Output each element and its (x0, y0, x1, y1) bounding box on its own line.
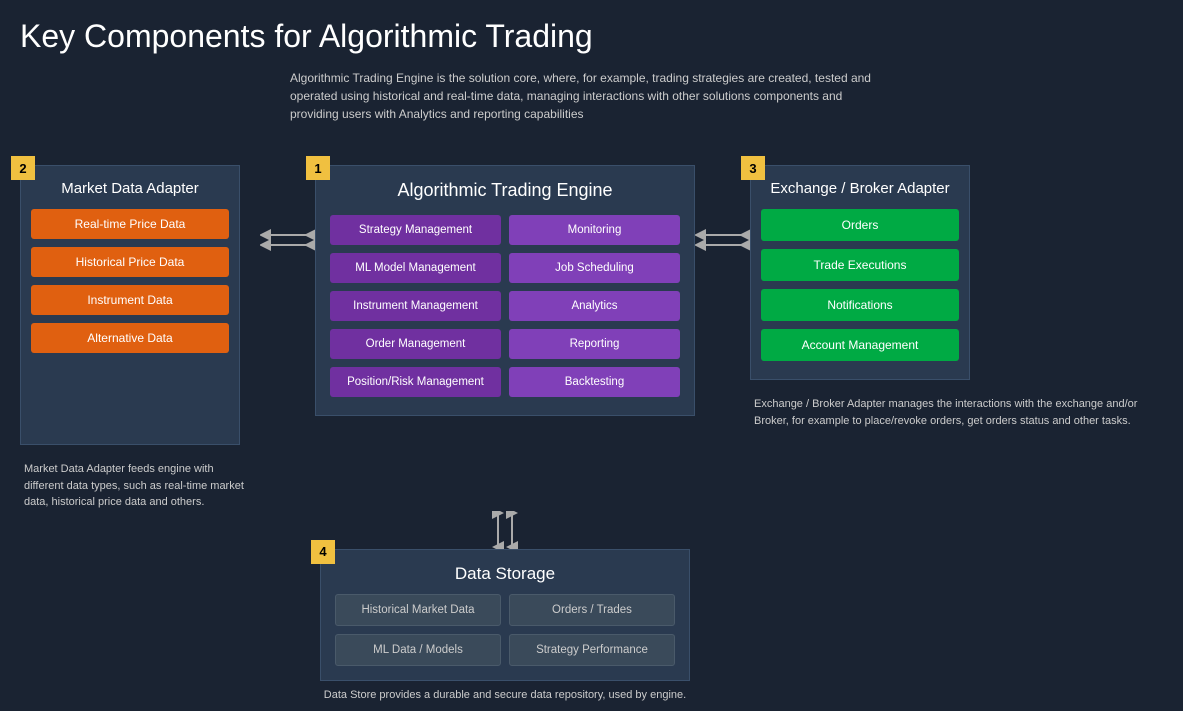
historical-price-button[interactable]: Historical Price Data (31, 247, 229, 277)
market-data-column: 2 Market Data Adapter Real-time Price Da… (20, 135, 260, 511)
storage-box: 4 Data Storage Historical Market Data Or… (320, 549, 690, 681)
analytics-button[interactable]: Analytics (509, 291, 680, 321)
order-management-button[interactable]: Order Management (330, 329, 501, 359)
notifications-button[interactable]: Notifications (761, 289, 959, 321)
ml-model-button[interactable]: ML Model Management (330, 253, 501, 283)
engine-badge: 1 (306, 156, 330, 180)
storage-grid: Historical Market Data Orders / Trades M… (331, 594, 679, 670)
engine-grid: Strategy Management Monitoring ML Model … (326, 215, 684, 405)
right-left-arrow-icon (695, 225, 750, 255)
historical-market-data-button[interactable]: Historical Market Data (335, 594, 501, 626)
storage-badge: 4 (311, 540, 335, 564)
strategy-management-button[interactable]: Strategy Management (330, 215, 501, 245)
strategy-performance-button[interactable]: Strategy Performance (509, 634, 675, 666)
position-risk-button[interactable]: Position/Risk Management (330, 367, 501, 397)
instrument-management-button[interactable]: Instrument Management (330, 291, 501, 321)
right-arrow-area (695, 225, 750, 255)
storage-note: Data Store provides a durable and secure… (324, 689, 686, 701)
account-management-button[interactable]: Account Management (761, 329, 959, 361)
orders-button[interactable]: Orders (761, 209, 959, 241)
job-scheduling-button[interactable]: Job Scheduling (509, 253, 680, 283)
storage-title: Data Storage (331, 564, 679, 584)
diagram-layout: 2 Market Data Adapter Real-time Price Da… (20, 135, 1163, 701)
backtesting-button[interactable]: Backtesting (509, 367, 680, 397)
exchange-title: Exchange / Broker Adapter (761, 180, 959, 197)
vertical-arrows-icon (480, 511, 530, 549)
ml-data-models-button[interactable]: ML Data / Models (335, 634, 501, 666)
orders-trades-button[interactable]: Orders / Trades (509, 594, 675, 626)
market-data-note: Market Data Adapter feeds engine with di… (20, 461, 260, 511)
page-description: Algorithmic Trading Engine is the soluti… (290, 69, 890, 123)
page: Key Components for Algorithmic Trading A… (0, 0, 1183, 711)
market-data-box: 2 Market Data Adapter Real-time Price Da… (20, 165, 240, 445)
page-title: Key Components for Algorithmic Trading (20, 18, 1163, 55)
engine-column: 1 Algorithmic Trading Engine Strategy Ma… (315, 135, 695, 416)
left-right-arrow-icon (260, 225, 315, 255)
real-time-price-button[interactable]: Real-time Price Data (31, 209, 229, 239)
monitoring-button[interactable]: Monitoring (509, 215, 680, 245)
exchange-column: 3 Exchange / Broker Adapter Orders Trade… (750, 135, 1163, 429)
engine-bottom: 4 Data Storage Historical Market Data Or… (315, 511, 695, 701)
bottom-row: 4 Data Storage Historical Market Data Or… (20, 511, 1163, 701)
trade-executions-button[interactable]: Trade Executions (761, 249, 959, 281)
instrument-data-button[interactable]: Instrument Data (31, 285, 229, 315)
exchange-note: Exchange / Broker Adapter manages the in… (750, 396, 1163, 429)
top-row: 2 Market Data Adapter Real-time Price Da… (20, 135, 1163, 511)
engine-title: Algorithmic Trading Engine (326, 180, 684, 201)
reporting-button[interactable]: Reporting (509, 329, 680, 359)
exchange-badge: 3 (741, 156, 765, 180)
alternative-data-button[interactable]: Alternative Data (31, 323, 229, 353)
engine-box: 1 Algorithmic Trading Engine Strategy Ma… (315, 165, 695, 416)
exchange-box: 3 Exchange / Broker Adapter Orders Trade… (750, 165, 970, 380)
left-arrow-area (260, 225, 315, 255)
market-data-badge: 2 (11, 156, 35, 180)
market-data-title: Market Data Adapter (31, 180, 229, 197)
